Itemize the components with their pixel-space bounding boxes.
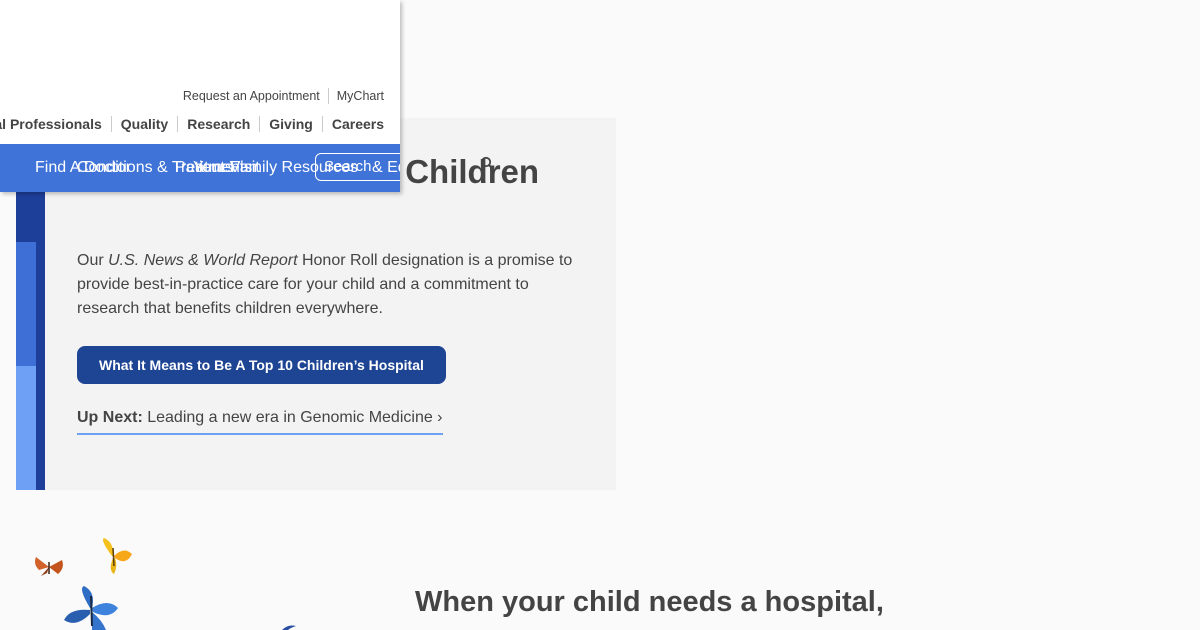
hero-accent-bar-mid (16, 242, 36, 366)
main-nav: For Medical Professionals Quality Resear… (0, 116, 384, 132)
butterfly-yellow-icon (103, 538, 132, 574)
top-10-hospital-button[interactable]: What It Means to Be A Top 10 Children’s … (77, 346, 446, 384)
hero-description-prefix: Our (77, 252, 109, 269)
hero-description-publication: U.S. News & World Report (108, 252, 298, 269)
main-nav-careers[interactable]: Careers (321, 116, 384, 132)
butterfly-blue-icon (64, 586, 118, 630)
main-nav-research[interactable]: Research (177, 116, 259, 132)
main-nav-giving[interactable]: Giving (259, 116, 322, 132)
site-header-panel: Request an Appointment MyChart For Medic… (0, 0, 400, 192)
utility-nav-mychart[interactable]: MyChart (327, 88, 384, 104)
hero-description: Our U.S. News & World Report Honor Roll … (77, 249, 577, 321)
butterfly-orange-icon (35, 557, 63, 576)
section-title: When your child needs a hospital, (415, 586, 884, 618)
up-next-link[interactable]: Up Next: Leading a new era in Genomic Me… (77, 409, 443, 435)
butterfly-partial-icon (282, 625, 296, 630)
main-nav-medical-professionals[interactable]: For Medical Professionals (0, 116, 111, 132)
up-next-label: Up Next: (77, 409, 143, 426)
search-icon[interactable] (480, 156, 494, 170)
hero-accent-bar-light (16, 366, 36, 490)
nav-education[interactable]: & Education (372, 144, 400, 192)
primary-nav-bar: Find A Doctor Conditions & Treatments Pa… (0, 144, 400, 192)
utility-nav: Request an Appointment MyChart (175, 88, 384, 104)
utility-nav-request-appointment[interactable]: Request an Appointment (175, 88, 328, 104)
main-nav-quality[interactable]: Quality (110, 116, 177, 132)
up-next-text: Leading a new era in Genomic Medicine › (147, 409, 443, 426)
